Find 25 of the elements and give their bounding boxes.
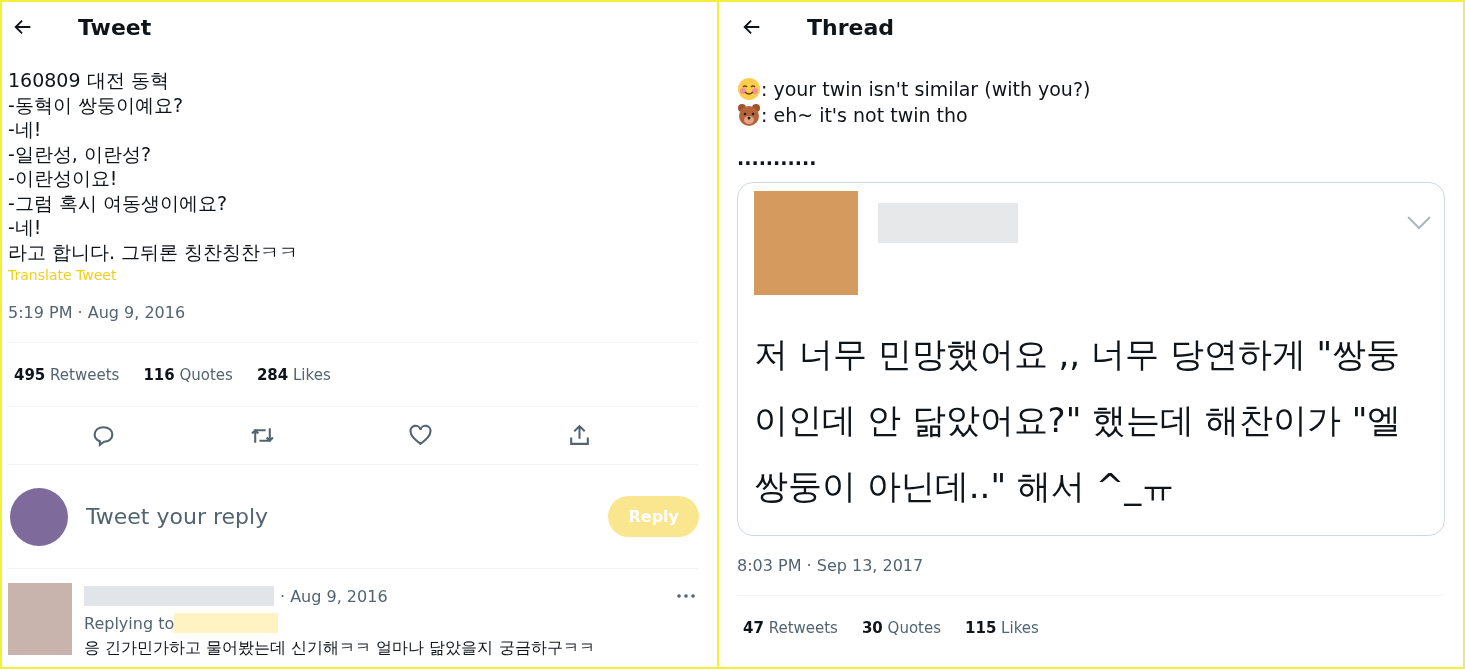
reply-text: 응 긴가민가하고 물어봤는데 신기해ㅋㅋ 얼마나 닮았을지 궁금하구ㅋㅋ xyxy=(84,637,596,659)
thread-line-text: : eh~ it's not twin tho xyxy=(761,103,968,128)
page-title: Tweet xyxy=(78,14,152,40)
replying-to-label: Replying to xyxy=(84,613,175,633)
bear-face-icon xyxy=(737,103,761,127)
thread-line-text: : your twin isn't similar (with you?) xyxy=(761,77,1091,102)
tweet-text: 160809 대전 동혁 -동혁이 쌍둥이예요? -네! -일란성, 이란성? -이란성이요! -그럼 혹시 여동생이에요? -네! 라고 합니다. 그뒤론 칭찬칭찬ㅋㅋ xyxy=(8,68,300,264)
stat-link[interactable]: 284 Likes xyxy=(256,365,331,384)
page-title: Thread xyxy=(807,14,895,40)
avatar-picture xyxy=(10,487,68,546)
dots-text: ........... xyxy=(737,146,818,170)
stat-link[interactable]: 115 Likes xyxy=(965,618,1039,637)
quote-text: 저 너무 민망했어요 ,, 너무 당연하게 "쌍둥이인데 안 닮았어요?" 했는데 해찬이가 "엘 쌍둥이 아닌데.." 해서 ^_ㅠ xyxy=(754,333,1403,508)
quote-card[interactable]: 저 너무 민망했어요 ,, 너무 당연하게 "쌍둥이인데 안 닮았어요?" 했는데 해찬이가 "엘 쌍둥이 아닌데.." 해서 ^_ㅠ xyxy=(737,182,1445,536)
stat-link[interactable]: 495 Retweets xyxy=(14,365,120,384)
blurred-avatar xyxy=(8,583,72,655)
smiling-face-icon xyxy=(737,77,761,101)
reply-date: · Aug 9, 2016 xyxy=(280,586,389,606)
stat-link[interactable]: 116 Quotes xyxy=(143,365,233,384)
more-icon[interactable] xyxy=(677,594,695,598)
stat-link[interactable]: 30 Quotes xyxy=(861,618,941,637)
stat-link[interactable]: 47 Retweets xyxy=(743,618,838,637)
timestamp: 8:03 PM · Sep 13, 2017 xyxy=(737,556,925,577)
heart-icon[interactable] xyxy=(408,423,434,448)
timestamp: 5:19 PM · Aug 9, 2016 xyxy=(8,303,187,324)
